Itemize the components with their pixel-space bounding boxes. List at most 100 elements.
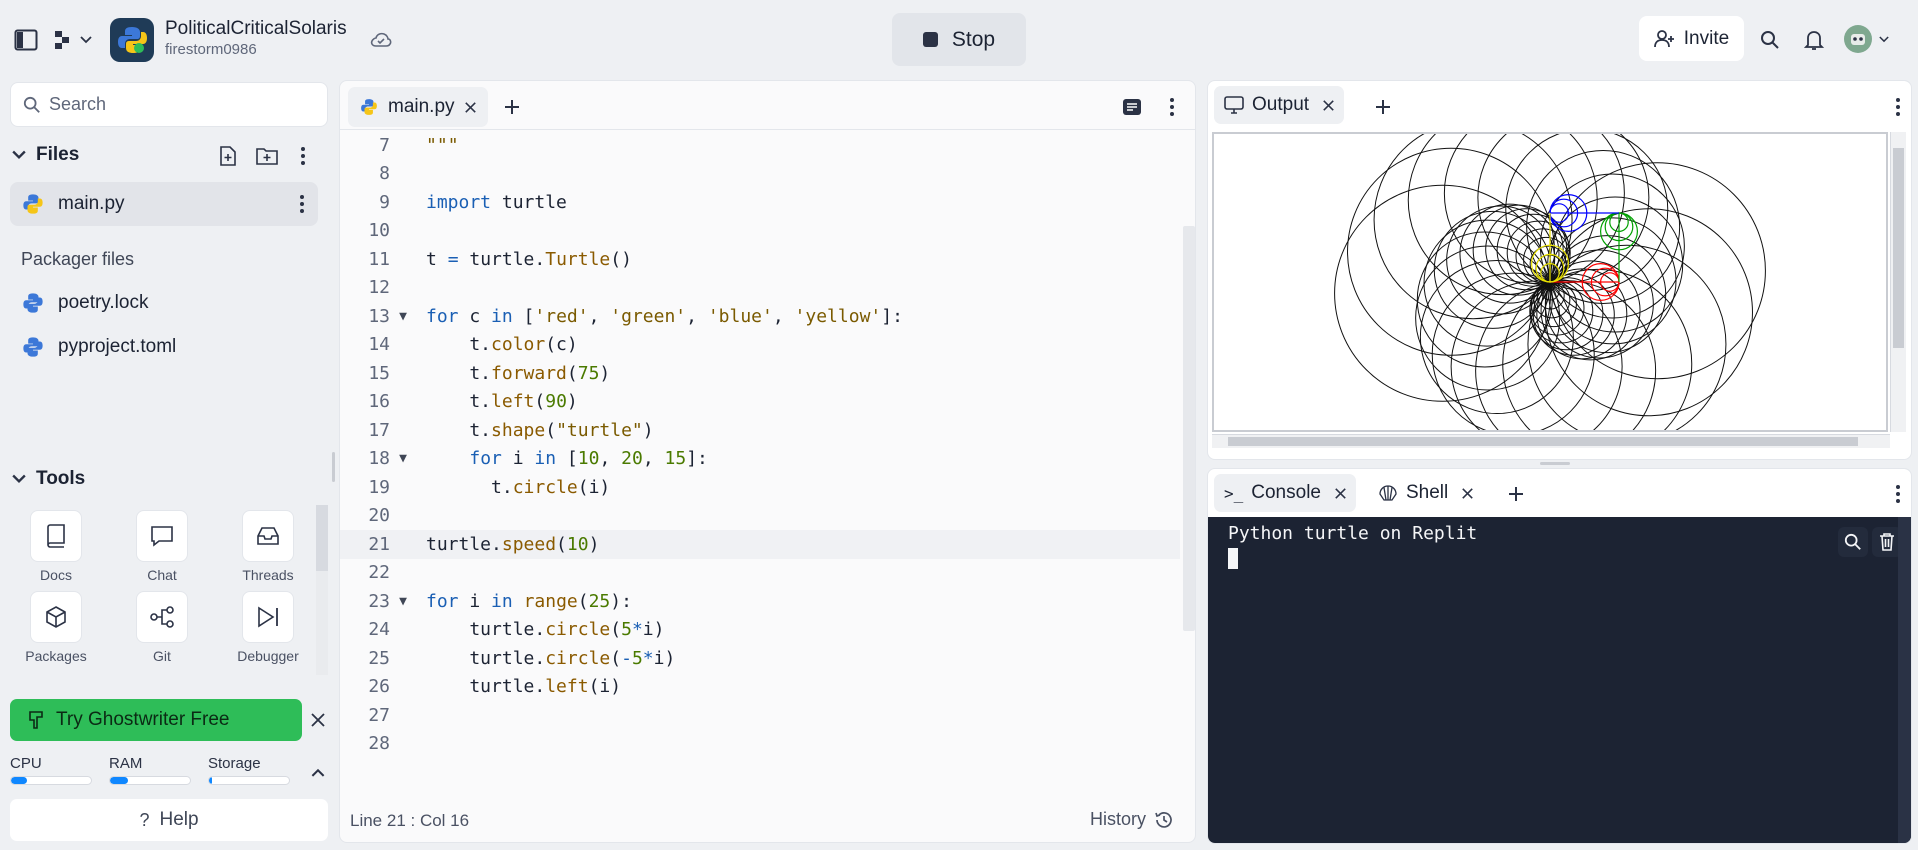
- code-line[interactable]: 7 """: [340, 131, 1180, 160]
- close-icon[interactable]: [464, 101, 476, 113]
- chevron-up-icon[interactable]: [308, 762, 328, 782]
- tool-chat[interactable]: Chat: [122, 510, 202, 583]
- tab-console[interactable]: >_ Console: [1214, 474, 1356, 512]
- console-scrollbar[interactable]: [1898, 517, 1911, 843]
- tools-scrollbar-thumb[interactable]: [316, 505, 328, 571]
- panel-resize-handle[interactable]: [1540, 462, 1570, 465]
- files-section-header[interactable]: Files: [12, 144, 79, 166]
- cloud-sync-icon[interactable]: [368, 28, 394, 52]
- tool-git[interactable]: Git: [122, 591, 202, 664]
- code-line[interactable]: 8: [340, 160, 1180, 189]
- code-line[interactable]: 9 import turtle: [340, 188, 1180, 217]
- search-box[interactable]: [10, 82, 328, 127]
- code-line[interactable]: 12: [340, 274, 1180, 303]
- tool-docs[interactable]: Docs: [16, 510, 96, 583]
- code-line[interactable]: 17 t.shape("turtle"): [340, 416, 1180, 445]
- package-icon: [46, 606, 66, 628]
- console-output[interactable]: Python turtle on Replit: [1208, 517, 1911, 843]
- file-menu-icon[interactable]: [300, 195, 304, 213]
- tool-packages[interactable]: Packages: [16, 591, 96, 664]
- line-number: 28: [368, 733, 390, 755]
- ghostwriter-button[interactable]: Try Ghostwriter Free: [10, 699, 302, 741]
- format-icon[interactable]: [1119, 95, 1145, 119]
- fold-arrow-icon[interactable]: ▼: [390, 594, 416, 609]
- close-icon[interactable]: [1335, 487, 1346, 499]
- close-icon[interactable]: [1462, 487, 1474, 499]
- help-button[interactable]: ? Help: [10, 799, 328, 841]
- code-editor[interactable]: 7 """ 8 9 import turtle 10 11 t = turtle.Turtle…: [340, 131, 1180, 781]
- console-menu-icon[interactable]: [1888, 482, 1908, 506]
- code-line[interactable]: 21 turtle.speed(10): [340, 530, 1180, 559]
- code-line[interactable]: 14 t.color(c): [340, 331, 1180, 360]
- line-number: 14: [368, 334, 390, 356]
- canvas-hscroll-thumb[interactable]: [1228, 437, 1858, 446]
- repl-language-icon[interactable]: [110, 18, 154, 62]
- workspace-switcher-icon[interactable]: [52, 28, 94, 52]
- code-lines[interactable]: 7 """ 8 9 import turtle 10 11 t = turtle.Turtle…: [340, 131, 1180, 758]
- file-item-poetry-lock[interactable]: poetry.lock: [10, 281, 318, 325]
- code-line[interactable]: 26 turtle.left(i): [340, 673, 1180, 702]
- add-tab-icon[interactable]: [500, 95, 524, 119]
- tab-label: Console: [1251, 482, 1321, 503]
- code-line[interactable]: 11 t = turtle.Turtle(): [340, 245, 1180, 274]
- code-line[interactable]: 22: [340, 559, 1180, 588]
- turtle-canvas[interactable]: [1212, 132, 1888, 432]
- files-heading: Files: [36, 144, 80, 165]
- code-line[interactable]: 10: [340, 217, 1180, 246]
- new-folder-icon[interactable]: [254, 144, 280, 168]
- editor-menu-icon[interactable]: [1162, 95, 1182, 119]
- file-item-pyproject-toml[interactable]: pyproject.toml: [10, 325, 318, 369]
- code-line[interactable]: 25 turtle.circle(-5*i): [340, 644, 1180, 673]
- code-line[interactable]: 24 turtle.circle(5*i): [340, 616, 1180, 645]
- tools-scrollbar[interactable]: [316, 505, 328, 675]
- tab-output[interactable]: Output: [1214, 86, 1345, 124]
- close-icon[interactable]: [308, 708, 328, 732]
- repl-owner[interactable]: firestorm0986: [165, 41, 257, 58]
- stop-button[interactable]: Stop: [892, 13, 1026, 66]
- canvas-vscroll-thumb[interactable]: [1893, 148, 1904, 348]
- search-input[interactable]: [49, 94, 309, 115]
- close-icon[interactable]: [1323, 99, 1334, 111]
- files-menu-icon[interactable]: [293, 144, 313, 168]
- bell-icon[interactable]: [1802, 28, 1826, 52]
- invite-button[interactable]: Invite: [1639, 16, 1744, 61]
- add-tab-icon[interactable]: [1371, 95, 1395, 119]
- search-icon[interactable]: [1758, 28, 1782, 52]
- code-line[interactable]: 28: [340, 730, 1180, 759]
- code-line[interactable]: 27: [340, 701, 1180, 730]
- tool-label: Git: [153, 648, 171, 664]
- tool-threads[interactable]: Threads: [228, 510, 308, 583]
- code-line[interactable]: 16 t.left(90): [340, 388, 1180, 417]
- editor-scrollbar-thumb[interactable]: [1183, 226, 1195, 631]
- code-text: t.circle(i): [426, 476, 611, 498]
- fold-arrow-icon[interactable]: ▼: [390, 451, 416, 466]
- fold-arrow-icon[interactable]: ▼: [390, 309, 416, 324]
- file-name: pyproject.toml: [58, 336, 177, 357]
- code-line[interactable]: 23 ▼ for i in range(25):: [340, 587, 1180, 616]
- code-line[interactable]: 15 t.forward(75): [340, 359, 1180, 388]
- console-search-icon[interactable]: [1838, 527, 1868, 557]
- file-item-main-py[interactable]: main.py: [10, 182, 318, 226]
- code-line[interactable]: 20: [340, 502, 1180, 531]
- canvas-horizontal-scrollbar[interactable]: [1212, 434, 1890, 448]
- sidebar-toggle-icon[interactable]: [12, 28, 40, 52]
- tab-shell[interactable]: Shell: [1368, 474, 1483, 512]
- chevron-down-icon: [12, 474, 26, 483]
- new-file-icon[interactable]: [216, 144, 240, 168]
- tools-section-header[interactable]: Tools: [12, 468, 85, 490]
- code-line[interactable]: 19 t.circle(i): [340, 473, 1180, 502]
- tab-main-py[interactable]: main.py: [348, 87, 488, 127]
- user-avatar[interactable]: [1840, 22, 1892, 56]
- add-tab-icon[interactable]: [1504, 482, 1528, 506]
- output-menu-icon[interactable]: [1888, 95, 1908, 119]
- cpu-meter: CPU: [10, 755, 92, 785]
- code-line[interactable]: 13 ▼ for c in ['red', 'green', 'blue', 'ye…: [340, 302, 1180, 331]
- tool-debugger[interactable]: Debugger: [228, 591, 308, 664]
- repl-title[interactable]: PoliticalCriticalSolaris: [165, 18, 347, 40]
- history-button[interactable]: History: [1090, 809, 1174, 830]
- code-line[interactable]: 18 ▼ for i in [10, 20, 15]:: [340, 445, 1180, 474]
- code-text: import turtle: [426, 191, 567, 213]
- canvas-vertical-scrollbar[interactable]: [1890, 132, 1906, 432]
- sidebar-resize-handle[interactable]: [332, 452, 335, 482]
- storage-meter: Storage: [208, 755, 290, 785]
